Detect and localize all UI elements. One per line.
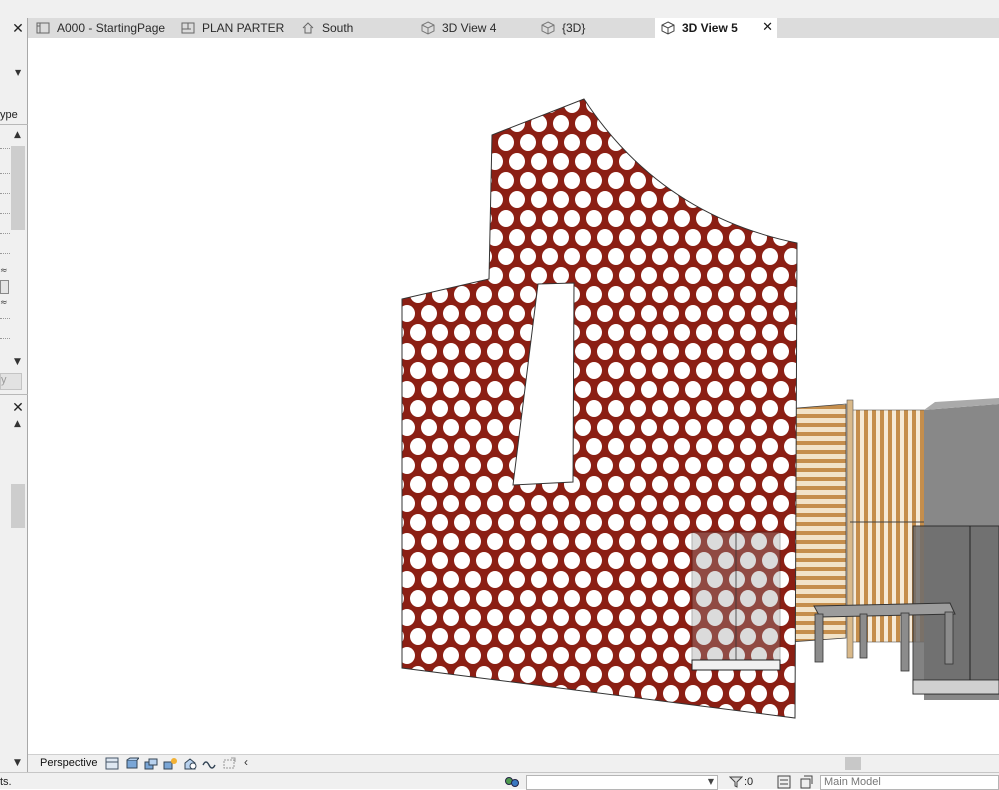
property-row[interactable] xyxy=(0,193,10,194)
show-crop-icon[interactable] xyxy=(222,757,236,770)
glass-enclosure[interactable] xyxy=(691,531,781,671)
elevation-icon xyxy=(302,22,314,34)
shadows-icon[interactable] xyxy=(163,757,177,770)
selection-count: :0 xyxy=(744,776,754,788)
sheet-icon xyxy=(36,22,50,34)
divider xyxy=(0,124,28,125)
properties-panel: ✕ ▼ ype ▲ ≈ ≈ ▼ y ✕ ▲ ▼ xyxy=(0,18,28,772)
collapse-icon[interactable]: ≈ xyxy=(0,298,8,308)
close-icon[interactable]: ✕ xyxy=(11,22,25,36)
top-strip xyxy=(0,0,999,18)
crop-view-icon[interactable] xyxy=(202,757,216,770)
scroll-down-icon[interactable]: ▼ xyxy=(14,357,21,367)
workset-dropdown[interactable]: ▼ xyxy=(526,775,718,790)
3d-viewport[interactable] xyxy=(28,38,999,754)
tab-label: PLAN PARTER xyxy=(202,21,285,35)
3d-cube-icon xyxy=(421,21,435,35)
status-message: ts. xyxy=(0,776,12,788)
detail-level-icon[interactable] xyxy=(105,757,119,770)
property-row[interactable] xyxy=(0,318,10,319)
chevron-down-icon: ▼ xyxy=(707,777,714,786)
type-label: ype xyxy=(0,109,18,121)
tab-label: South xyxy=(322,21,354,35)
property-row[interactable] xyxy=(0,173,10,174)
tab-a000-startingpage[interactable]: A000 - StartingPage xyxy=(30,18,175,38)
design-options-icon[interactable] xyxy=(799,775,813,789)
model-value: Main Model xyxy=(824,776,881,788)
tab-label: 3D View 4 xyxy=(442,21,497,35)
collapse-icon[interactable]: ≈ xyxy=(0,266,8,276)
close-icon[interactable]: ✕ xyxy=(11,401,25,415)
sun-path-icon[interactable] xyxy=(144,757,158,770)
close-icon[interactable]: ✕ xyxy=(762,21,773,34)
tab-plan-parter[interactable]: PLAN PARTER xyxy=(175,18,295,38)
floor-plan-icon xyxy=(181,22,195,34)
tab-south[interactable]: South xyxy=(295,18,415,38)
model-canvas[interactable] xyxy=(28,38,999,754)
scrollbar-thumb[interactable] xyxy=(11,484,25,528)
horizontal-scrollbar-thumb[interactable] xyxy=(845,757,861,770)
apply-button-label: y xyxy=(1,374,7,386)
3d-cube-icon xyxy=(661,21,675,35)
scroll-up-icon[interactable]: ▲ xyxy=(14,130,21,140)
3d-cube-icon xyxy=(541,21,555,35)
view-control-bar: Perspective ‹ xyxy=(28,754,999,772)
cabinet-object[interactable] xyxy=(912,398,999,700)
chevron-left-icon[interactable]: ‹ xyxy=(244,755,248,769)
tab-label: 3D View 5 xyxy=(682,21,738,35)
property-row[interactable] xyxy=(0,213,10,214)
property-row[interactable] xyxy=(0,233,10,234)
tab-label: A000 - StartingPage xyxy=(57,21,166,35)
edit-button[interactable] xyxy=(0,280,9,294)
status-bar: ts. ▼ :0 Main Model xyxy=(0,772,999,790)
scroll-down-icon[interactable]: ▼ xyxy=(14,758,21,768)
property-row[interactable] xyxy=(0,338,10,339)
worksets-icon[interactable] xyxy=(504,775,520,789)
divider xyxy=(0,394,28,395)
tab-label: {3D} xyxy=(562,21,586,35)
view-mode-label[interactable]: Perspective xyxy=(40,757,97,769)
visual-style-icon[interactable] xyxy=(125,757,139,770)
property-row[interactable] xyxy=(0,148,10,149)
view-tab-bar: A000 - StartingPage PLAN PARTER South 3D… xyxy=(28,18,999,38)
property-row[interactable] xyxy=(0,253,10,254)
chevron-down-icon[interactable]: ▼ xyxy=(15,68,21,77)
render-icon[interactable] xyxy=(183,757,197,770)
design-option-dropdown[interactable]: Main Model xyxy=(820,775,999,790)
editable-only-icon[interactable] xyxy=(777,775,791,789)
tab-3d-view-5[interactable]: 3D View 5 ✕ xyxy=(655,18,777,38)
tab-3d[interactable]: {3D} xyxy=(535,18,655,38)
scrollbar-thumb[interactable] xyxy=(11,146,25,230)
tab-3d-view-4[interactable]: 3D View 4 xyxy=(415,18,535,38)
filter-icon[interactable] xyxy=(729,775,743,789)
apply-button[interactable]: y xyxy=(0,373,22,390)
scroll-up-icon[interactable]: ▲ xyxy=(14,419,21,429)
